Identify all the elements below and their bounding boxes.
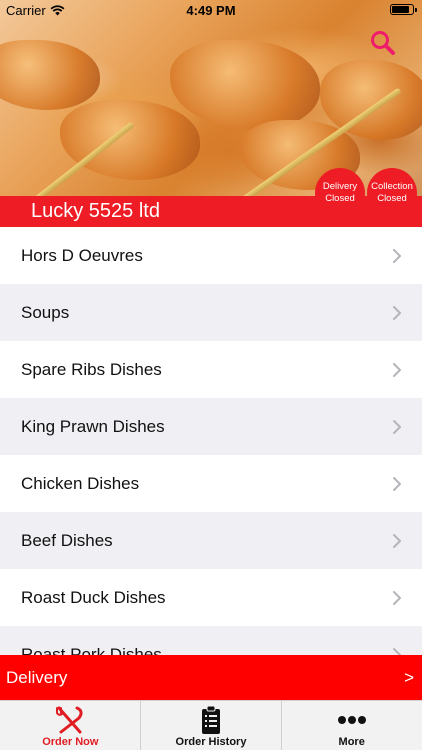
chevron-right-icon <box>393 248 401 263</box>
tab-label: Order Now <box>42 736 99 748</box>
tab-order-history[interactable]: Order History <box>141 701 282 750</box>
collection-status-value: Closed <box>377 193 407 204</box>
tab-more[interactable]: More <box>281 701 422 750</box>
tab-divider <box>140 701 141 750</box>
menu-category-row[interactable]: Chicken Dishes <box>0 455 422 512</box>
menu-category-row[interactable]: Roast Duck Dishes <box>0 569 422 626</box>
chevron-right-icon <box>393 419 401 434</box>
menu-category-row[interactable]: Roast Pork Dishes <box>0 626 422 655</box>
food-decoration <box>170 40 320 130</box>
clipboard-icon <box>202 705 220 734</box>
food-decoration <box>0 40 100 110</box>
collection-status-badge: Collection Closed <box>367 168 417 218</box>
menu-category-label: Soups <box>21 302 70 322</box>
delivery-mode-arrow: > <box>404 667 414 687</box>
tab-label: Order History <box>175 736 247 748</box>
menu-category-row[interactable]: King Prawn Dishes <box>0 398 422 455</box>
delivery-status-badge: Delivery Closed <box>315 168 365 218</box>
menu-category-row[interactable]: Beef Dishes <box>0 512 422 569</box>
chevron-right-icon <box>393 305 401 320</box>
more-dots-icon <box>337 716 366 724</box>
menu-category-row[interactable]: Spare Ribs Dishes <box>0 341 422 398</box>
delivery-status-value: Closed <box>325 193 355 204</box>
restaurant-name: Lucky 5525 ltd <box>31 200 160 222</box>
chevron-right-icon <box>393 362 401 377</box>
menu-category-list[interactable]: Hors D Oeuvres Soups Spare Ribs Dishes K… <box>0 227 422 655</box>
chevron-right-icon <box>393 590 401 605</box>
menu-category-label: Roast Duck Dishes <box>21 587 166 607</box>
menu-category-label: Beef Dishes <box>21 530 113 550</box>
menu-category-label: Hors D Oeuvres <box>21 245 143 265</box>
menu-category-row[interactable]: Hors D Oeuvres <box>0 227 422 284</box>
menu-category-label: Spare Ribs Dishes <box>21 359 162 379</box>
menu-category-row[interactable]: Soups <box>0 284 422 341</box>
delivery-mode-label: Delivery <box>6 667 68 687</box>
chevron-right-icon <box>393 476 401 491</box>
chevron-right-icon <box>393 533 401 548</box>
collection-status-label: Collection <box>371 181 413 192</box>
status-bar: Carrier 4:49 PM <box>0 0 422 20</box>
battery-icon <box>390 4 417 15</box>
tab-divider <box>281 701 282 750</box>
search-icon[interactable] <box>370 30 396 56</box>
menu-category-label: Chicken Dishes <box>21 473 140 493</box>
tab-bar: Order Now Order History More <box>0 700 422 750</box>
tab-order-now[interactable]: Order Now <box>0 701 141 750</box>
delivery-mode-bar[interactable]: Delivery > <box>0 655 422 700</box>
menu-category-label: Roast Pork Dishes <box>21 644 162 656</box>
delivery-status-label: Delivery <box>322 181 358 192</box>
clock: 4:49 PM <box>186 3 236 18</box>
chevron-right-icon <box>393 647 401 655</box>
menu-category-label: King Prawn Dishes <box>21 416 165 436</box>
tab-label: More <box>338 736 365 748</box>
fork-knife-icon <box>56 706 83 734</box>
